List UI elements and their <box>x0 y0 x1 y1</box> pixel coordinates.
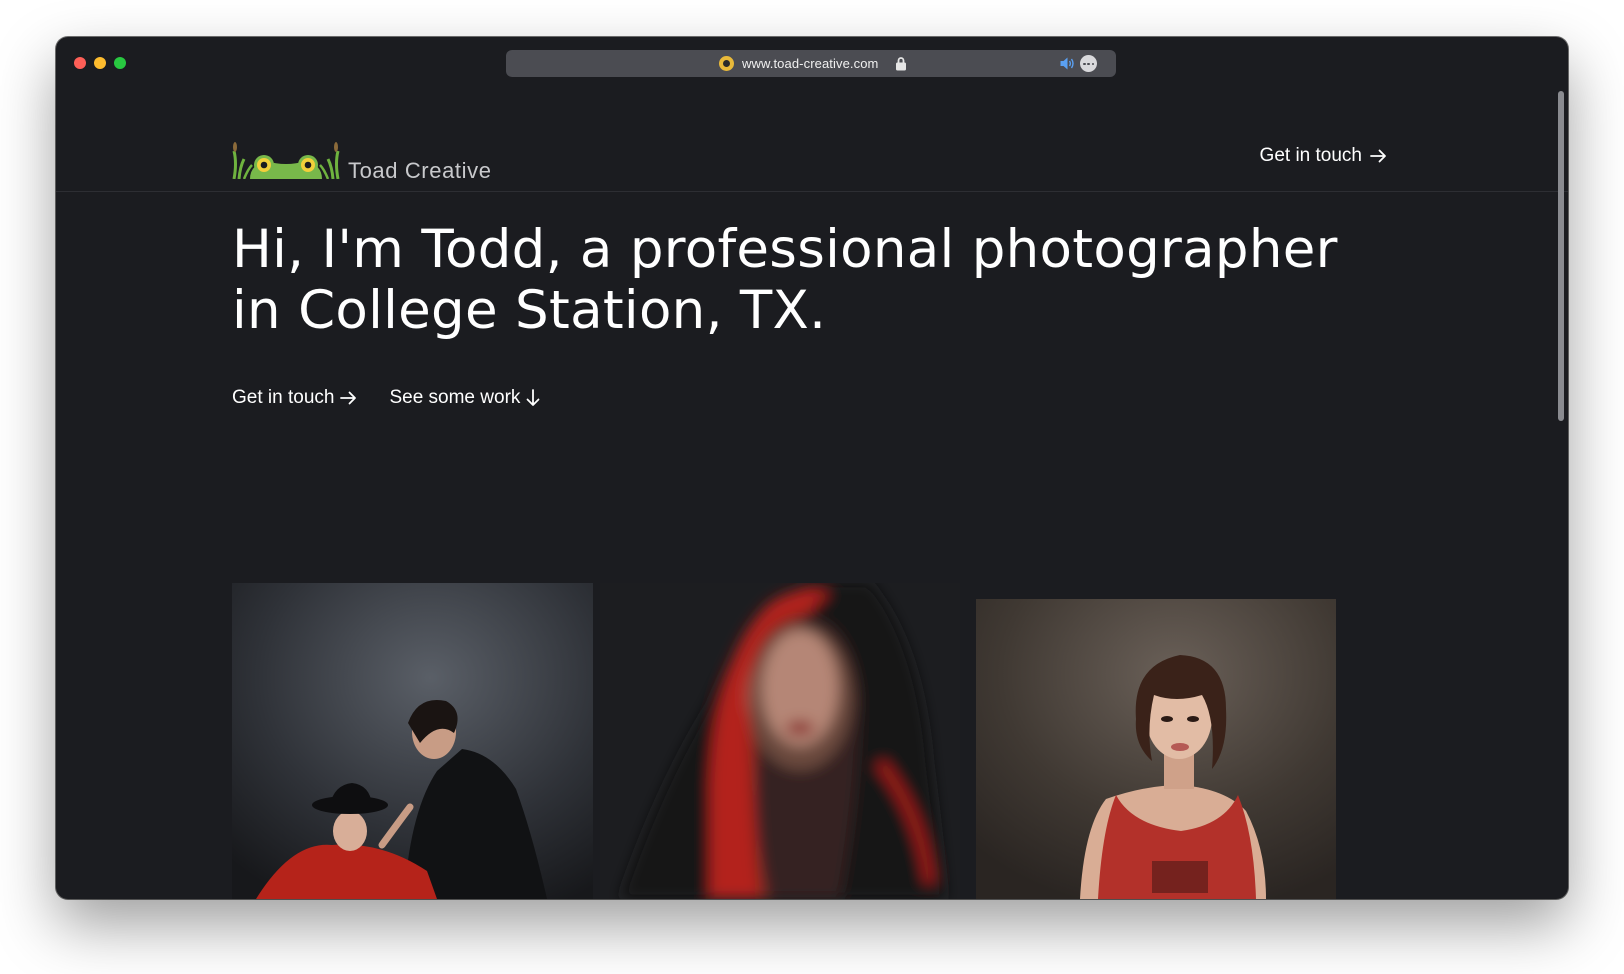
site-header: Toad Creative Get in touch <box>56 89 1568 192</box>
more-options-icon[interactable] <box>1080 55 1097 72</box>
gallery-photo-red-tank-top[interactable] <box>976 599 1336 899</box>
browser-window: www.toad-creative.com Toad Creative Get … <box>56 37 1568 899</box>
close-window-button[interactable] <box>74 57 86 69</box>
red-tank-top-photo-image <box>976 599 1336 899</box>
header-cta-label: Get in touch <box>1259 145 1362 166</box>
arrow-right-icon <box>1370 149 1386 163</box>
hero-get-in-touch-link[interactable]: Get in touch <box>232 387 357 409</box>
toad-logo-icon[interactable] <box>232 139 340 179</box>
gallery-photo-couple[interactable] <box>232 583 593 899</box>
see-some-work-link[interactable]: See some work <box>389 387 540 409</box>
arrow-down-icon <box>527 389 540 406</box>
arrow-right-icon <box>340 391 357 405</box>
hero-work-label: See some work <box>389 387 521 408</box>
zoom-window-button[interactable] <box>114 57 126 69</box>
address-bar[interactable]: www.toad-creative.com <box>506 50 1116 77</box>
hero-heading-line2: in College Station, TX. <box>232 280 827 341</box>
browser-titlebar: www.toad-creative.com <box>56 37 1568 89</box>
minimize-window-button[interactable] <box>94 57 106 69</box>
gallery-photo-red-hood[interactable] <box>600 583 960 899</box>
speaker-icon[interactable] <box>1059 56 1075 71</box>
header-get-in-touch-link[interactable]: Get in touch <box>1260 145 1387 167</box>
url-text: www.toad-creative.com <box>742 56 879 71</box>
hero-heading-line1: Hi, I'm Todd, a professional photographe… <box>232 219 1338 280</box>
couple-photo-image <box>232 583 593 899</box>
hero-heading: Hi, I'm Todd, a professional photographe… <box>232 219 1392 341</box>
page-scrollbar[interactable] <box>1558 91 1564 421</box>
lock-icon <box>896 57 906 71</box>
hero-links: Get in touch See some work <box>232 387 540 409</box>
brand-name[interactable]: Toad Creative <box>348 158 492 184</box>
site-favicon-icon <box>719 56 734 71</box>
red-hood-photo-image <box>600 583 960 899</box>
hero-contact-label: Get in touch <box>232 387 335 408</box>
